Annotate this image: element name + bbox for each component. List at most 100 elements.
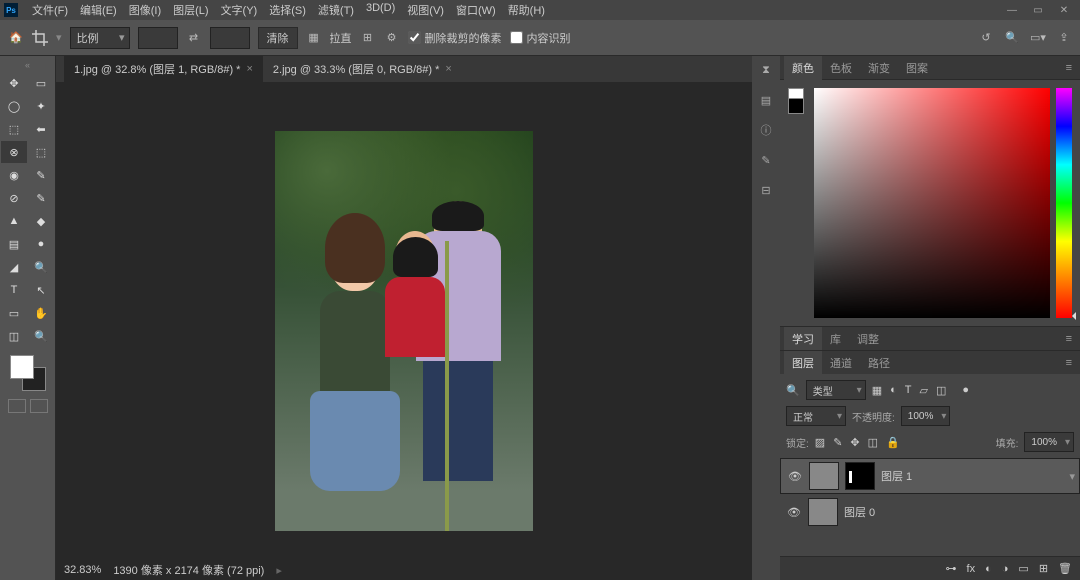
filter-type-icon[interactable]: T [905,384,912,397]
panel-menu-icon[interactable]: ≡ [1062,62,1076,74]
menu-item[interactable]: 帮助(H) [502,0,551,20]
adjustment-icon[interactable]: ◑ [1002,563,1009,575]
mask-icon[interactable]: ◐ [985,563,992,575]
canvas[interactable]: 32.83% 1390 像素 x 2174 像素 (72 ppi) ▸ [56,82,752,580]
panel-tab[interactable]: 渐变 [860,56,898,80]
panel-tab[interactable]: 学习 [784,327,822,351]
tool-6[interactable]: ⊗ [1,141,27,163]
color-swatch[interactable] [10,355,46,391]
menu-item[interactable]: 3D(D) [360,0,401,20]
tool-14[interactable]: ▤ [1,233,27,255]
info-icon[interactable]: ⓘ [758,122,774,138]
tab-close-icon[interactable]: × [246,63,252,75]
home-icon[interactable]: 🏠 [8,30,24,46]
reset-icon[interactable]: ↺ [978,30,994,46]
panel-tab[interactable]: 路径 [860,351,898,375]
menu-item[interactable]: 视图(V) [401,0,450,20]
document-tab[interactable]: 1.jpg @ 32.8% (图层 1, RGB/8#) *× [64,56,263,82]
panel-tab[interactable]: 通道 [822,351,860,375]
lock-artboard-icon[interactable]: ◫ [868,436,878,449]
brush-settings-icon[interactable]: ⊟ [758,182,774,198]
foreground-color[interactable] [10,355,34,379]
lock-paint-icon[interactable]: ✎ [833,436,842,449]
panel-tab[interactable]: 调整 [849,327,887,351]
blend-mode-select[interactable]: 正常 [786,406,846,426]
layer-row[interactable]: 👁图层 0 [780,494,1080,530]
menu-item[interactable]: 窗口(W) [450,0,502,20]
panel-tab[interactable]: 颜色 [784,56,822,80]
panel-tab[interactable]: 图案 [898,56,936,80]
layer-mask[interactable] [845,462,875,490]
tool-20[interactable]: ▭ [1,302,27,324]
delete-pixels-checkbox[interactable]: 删除裁剪的像素 [408,30,502,46]
tool-21[interactable]: ✋ [28,302,54,324]
tool-12[interactable]: ▲ [1,210,27,232]
minimize-button[interactable]: — [1000,2,1024,18]
ratio-select[interactable]: 比例 [70,27,130,49]
tool-2[interactable]: ◯ [1,95,27,117]
panel-menu-icon[interactable]: ≡ [1062,333,1076,345]
width-input[interactable] [138,27,178,49]
clear-button[interactable]: 清除 [258,27,298,49]
grid-icon[interactable]: ⊞ [360,30,376,46]
height-input[interactable] [210,27,250,49]
tool-18[interactable]: T [1,279,27,301]
share-icon[interactable]: ⇪ [1056,30,1072,46]
menu-item[interactable]: 文件(F) [26,0,74,20]
group-icon[interactable]: ▭ [1018,562,1028,575]
search-icon[interactable]: 🔍 [1004,30,1020,46]
filter-smart-icon[interactable]: ◫ [936,384,946,397]
lock-all-icon[interactable]: 🔒 [886,436,900,449]
lock-pos-icon[interactable]: ✥ [850,436,859,449]
tool-4[interactable]: ⬚ [1,118,27,140]
panel-tab[interactable]: 色板 [822,56,860,80]
tool-10[interactable]: ⊘ [1,187,27,209]
delete-icon[interactable]: 🗑 [1058,562,1072,575]
color-back[interactable] [788,98,804,114]
crop-tool-icon[interactable] [32,30,48,46]
workspace-icon[interactable]: ▭▾ [1030,30,1046,46]
history-icon[interactable]: ⧗ [758,62,774,78]
lock-trans-icon[interactable]: ▨ [815,436,825,449]
new-layer-icon[interactable]: ⊞ [1039,562,1048,575]
layer-row[interactable]: 👁图层 1 [780,458,1080,494]
swap-icon[interactable]: ⇄ [186,30,202,46]
quickmask-toggle[interactable] [8,399,48,413]
panel-tab[interactable]: 库 [822,327,849,351]
gear-icon[interactable]: ⚙ [384,30,400,46]
tool-1[interactable]: ▭ [28,72,54,94]
filter-shape-icon[interactable]: ▱ [920,384,928,397]
filter-toggle-icon[interactable]: ● [962,384,969,397]
menu-item[interactable]: 选择(S) [263,0,312,20]
visibility-icon[interactable]: 👁 [787,470,803,483]
menu-item[interactable]: 图像(I) [123,0,167,20]
fill-input[interactable]: 100% [1024,432,1074,452]
filter-adjust-icon[interactable]: ◐ [890,384,897,397]
properties-icon[interactable]: ▤ [758,92,774,108]
fx-icon[interactable]: fx [967,563,976,575]
tool-17[interactable]: 🔍 [28,256,54,278]
tool-16[interactable]: ◢ [1,256,27,278]
tool-9[interactable]: ✎ [28,164,54,186]
tab-close-icon[interactable]: × [445,63,451,75]
tool-8[interactable]: ◉ [1,164,27,186]
tool-15[interactable]: ● [28,233,54,255]
layer-thumbnail[interactable] [809,462,839,490]
tool-7[interactable]: ⬚ [28,141,54,163]
layer-thumbnail[interactable] [808,498,838,526]
brushes-icon[interactable]: ✎ [758,152,774,168]
straighten-icon[interactable]: ▦ [306,30,322,46]
tool-0[interactable]: ✥ [1,72,27,94]
panel-tab[interactable]: 图层 [784,351,822,375]
menu-item[interactable]: 编辑(E) [74,0,123,20]
zoom-level[interactable]: 32.83% [64,564,101,576]
menu-item[interactable]: 滤镜(T) [312,0,360,20]
tool-19[interactable]: ↖ [28,279,54,301]
maximize-button[interactable]: ▭ [1026,2,1050,18]
layer-filter-select[interactable]: 类型 [806,380,866,400]
tool-13[interactable]: ◆ [28,210,54,232]
tool-23[interactable]: 🔍 [28,325,54,347]
color-field[interactable] [814,88,1050,318]
tool-11[interactable]: ✎ [28,187,54,209]
tool-3[interactable]: ✦ [28,95,54,117]
